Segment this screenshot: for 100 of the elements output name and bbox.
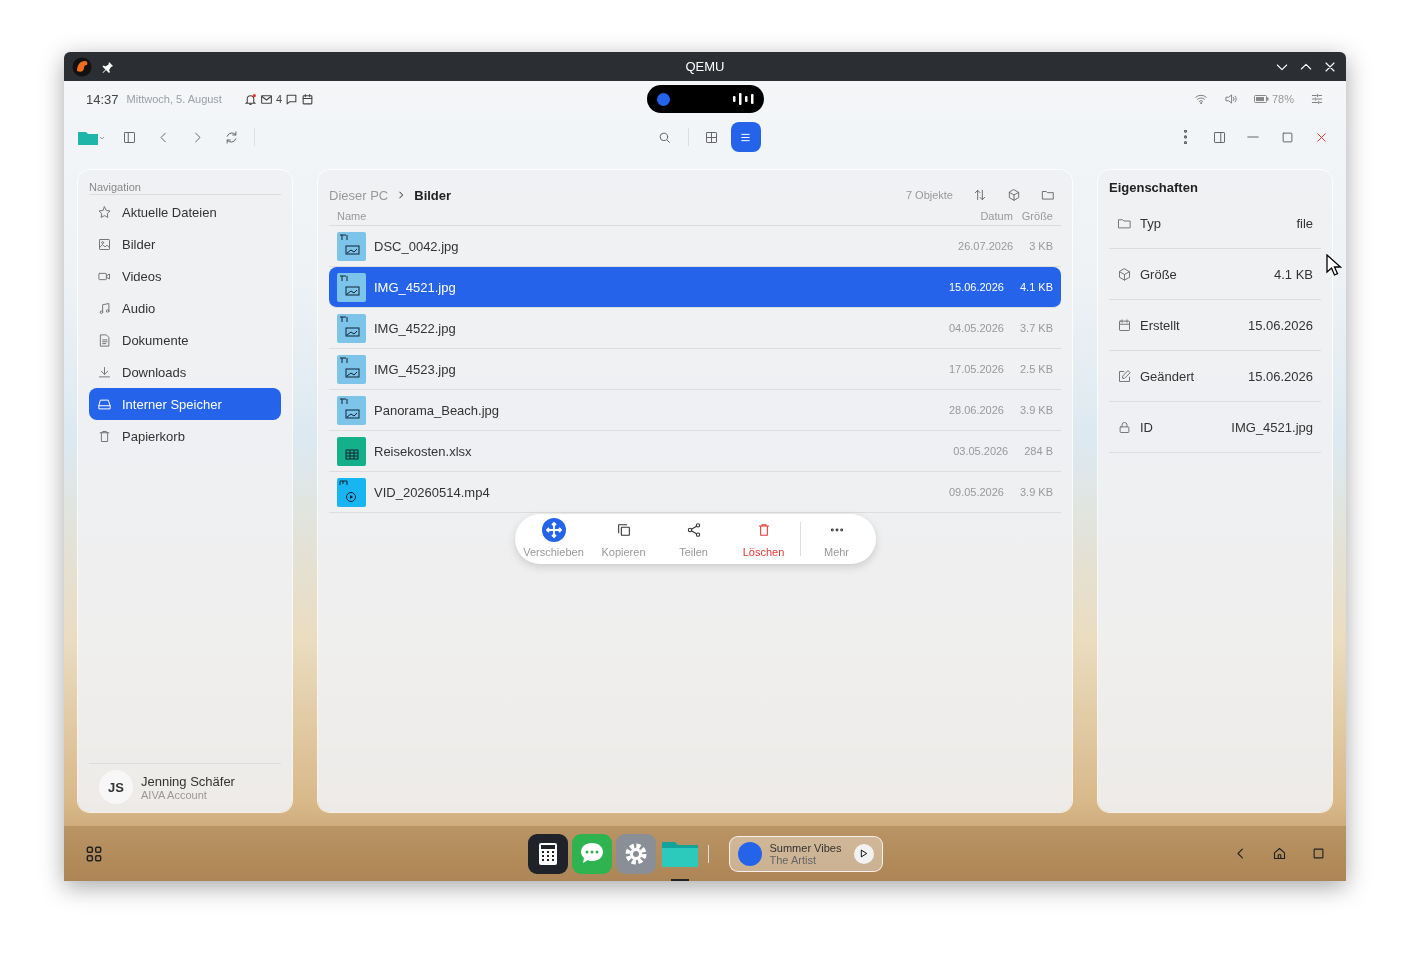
date-text: Mittwoch, 5. August (126, 93, 222, 105)
album-art-placeholder (737, 841, 762, 866)
battery-icon (1253, 95, 1269, 103)
image-file-icon (337, 354, 366, 384)
recents-button[interactable] (1311, 846, 1326, 861)
file-size: 3 KB (1029, 240, 1053, 252)
drive-icon (97, 396, 112, 412)
file-row[interactable]: Reisekosten.xlsx 03.05.2026 284 B (329, 431, 1061, 472)
play-icon (858, 848, 869, 859)
track-title: Summer Vibes (769, 841, 842, 854)
mail-icon (259, 92, 273, 106)
file-size: 284 B (1024, 445, 1053, 457)
folder-icon (1041, 188, 1055, 202)
wifi-icon (1193, 92, 1208, 106)
minus-icon (1247, 136, 1259, 138)
file-date: 04.05.2026 (948, 322, 1004, 334)
account-label: AIVA Account (141, 788, 208, 801)
sliders-icon (1310, 92, 1324, 106)
file-row[interactable]: IMG_4522.jpg 04.05.2026 3.7 KB (329, 308, 1061, 349)
sidebar-item[interactable]: Downloads (89, 356, 281, 388)
calendar-icon (1117, 317, 1132, 333)
sort-arrows-icon (973, 188, 987, 202)
square-icon (1279, 129, 1295, 145)
cube-icon (1007, 188, 1021, 202)
file-row[interactable]: IMG_4521.jpg 15.06.2026 4.1 KB (329, 267, 1061, 308)
property-label: Größe (1140, 266, 1177, 282)
breadcrumb-item[interactable]: Bilder (414, 187, 452, 203)
sidebar-item[interactable]: Papierkorb (89, 420, 281, 452)
sidebar-item[interactable]: Audio (89, 292, 281, 324)
file-name: Reisekosten.xlsx (374, 443, 472, 459)
list-view-button[interactable] (730, 122, 761, 152)
play-button[interactable] (853, 843, 874, 864)
download-icon (97, 364, 112, 380)
chat-icon (285, 92, 299, 106)
share-icon (685, 522, 702, 538)
document-icon (97, 332, 112, 348)
file-row[interactable]: Panorama_Beach.jpg 28.06.2026 3.9 KB (329, 390, 1061, 431)
file-size: 3.9 KB (1019, 486, 1053, 498)
calendar-icon (301, 92, 315, 106)
track-artist: The Artist (769, 853, 817, 866)
gear-app-button[interactable] (615, 833, 656, 874)
file-date: 17.05.2026 (948, 363, 1004, 375)
file-date: 28.06.2026 (948, 404, 1004, 416)
image-file-icon (337, 313, 366, 343)
image-file-icon (337, 395, 366, 425)
file-row[interactable]: IMG_4523.jpg 17.05.2026 2.5 KB (329, 349, 1061, 390)
image-file-icon (337, 272, 366, 302)
mail-count: 4 (275, 93, 283, 105)
panel-title: Eigenschaften (1109, 180, 1199, 197)
more-icon (1183, 130, 1187, 144)
calculator-app-button[interactable] (527, 833, 568, 874)
property-label: Erstellt (1140, 317, 1180, 333)
star-icon (97, 204, 112, 220)
sidebar-item[interactable]: Aktuelle Dateien (89, 196, 281, 228)
delete-action-button[interactable]: Löschen (728, 520, 799, 558)
section-heading: Navigation (89, 180, 281, 195)
square-icon (1311, 846, 1326, 861)
file-row[interactable]: VID_20260514.mp4 09.05.2026 3.9 KB (329, 472, 1061, 513)
file-date: 26.07.2026 (958, 240, 1014, 252)
file-size: 3.9 KB (1019, 404, 1053, 416)
image-icon (97, 236, 112, 252)
copy-icon (615, 522, 632, 538)
audio-wave-icon (732, 93, 754, 105)
property-value: 4.1 KB (1273, 266, 1313, 282)
grid-icon (704, 129, 719, 145)
sidebar-item[interactable]: Bilder (89, 228, 281, 260)
property-label: Typ (1140, 215, 1161, 231)
home-button[interactable] (1272, 846, 1287, 861)
file-name: IMG_4523.jpg (374, 361, 456, 377)
file-name: Panorama_Beach.jpg (374, 402, 500, 418)
file-name: IMG_4521.jpg (374, 279, 456, 295)
sidebar-item[interactable]: Videos (89, 260, 281, 292)
bird-logo-icon (72, 56, 92, 77)
file-name: IMG_4522.jpg (374, 320, 456, 336)
file-size: 4.1 KB (1019, 281, 1053, 293)
property-value: IMG_4521.jpg (1231, 419, 1313, 435)
file-name: DSC_0042.jpg (374, 238, 459, 254)
property-value: 15.06.2026 (1247, 317, 1313, 333)
lock-icon (1117, 419, 1132, 435)
sidebar-icon (121, 129, 137, 145)
property-value: file (1296, 215, 1313, 231)
battery-level: 78% (1271, 93, 1294, 105)
music-note-icon (97, 300, 112, 316)
file-date: 09.05.2026 (948, 486, 1004, 498)
trash-icon (97, 428, 112, 444)
property-label: Geändert (1140, 368, 1195, 384)
property-value: 15.06.2026 (1247, 368, 1313, 384)
sidebar-item[interactable]: Dokumente (89, 324, 281, 356)
refresh-icon (223, 129, 239, 145)
sidebar-item[interactable]: Interner Speicher (89, 388, 281, 420)
user-name: Jenning Schäfer (141, 773, 235, 789)
file-date: 15.06.2026 (948, 281, 1004, 293)
video-file-icon (337, 477, 366, 507)
property-label: ID (1140, 419, 1153, 435)
home-icon (1272, 846, 1287, 861)
window-title: QEMU (684, 59, 726, 74)
avatar: JS (99, 770, 133, 804)
speaker-icon (1223, 92, 1238, 106)
file-size: 2.5 KB (1019, 363, 1053, 375)
cube-icon (1117, 266, 1132, 282)
